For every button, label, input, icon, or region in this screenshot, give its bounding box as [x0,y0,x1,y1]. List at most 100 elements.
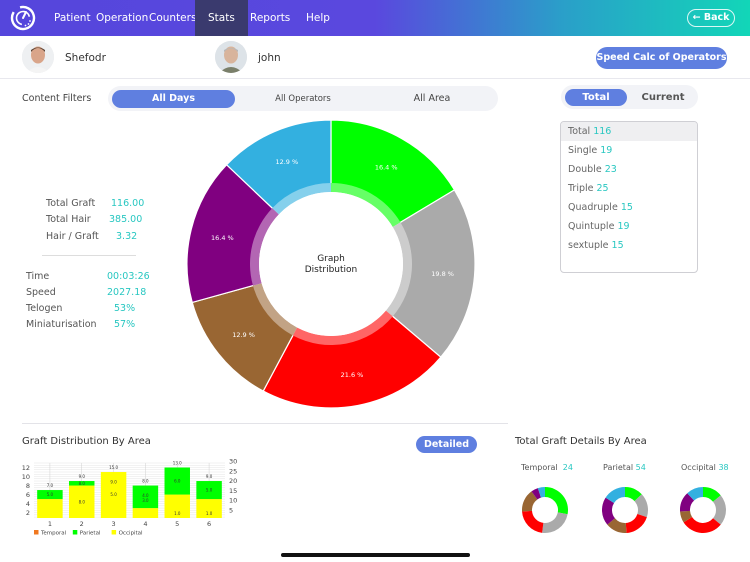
bar-total-label: 7.0 [47,483,54,488]
bar-segment-label: 1.0 [174,511,181,516]
nav-item-help[interactable]: Help [306,0,330,36]
operator-name: Shefodr [65,52,106,64]
total-graft-value: 116.00 [111,198,145,209]
occipital-donut-chart[interactable] [679,486,727,534]
bar-segment-label: 8.0 [79,499,86,504]
y-right-tick-label: 25 [229,467,237,475]
filter-all-days[interactable]: All Days [112,90,235,108]
y-right-tick-label: 30 [229,458,237,466]
toggle-total[interactable]: Total [565,89,627,106]
list-item[interactable]: Quintuple 19 [561,217,697,236]
bar-segment-label: 9.0 [110,479,117,484]
list-item[interactable]: Total 116 [561,122,697,141]
graft-type-list: Total 116 Single 19 Double 23 Triple 25 … [560,121,698,273]
speed-value: 2027.18 [107,287,147,298]
nav-item-counters[interactable]: Counters [149,0,196,36]
donut-slice[interactable] [545,487,568,515]
list-item-value: 15 [620,202,633,213]
list-item-label: Single [568,145,598,156]
time-value: 00:03:26 [107,271,150,282]
detailed-button[interactable]: Detailed [416,436,477,453]
total-hair-value: 385.00 [109,214,143,225]
telogen-value: 53% [114,303,136,314]
miniaturisation-label: Miniaturisation [26,319,97,330]
user-bar: Shefodr john Speed Calc of Operators [0,36,750,79]
list-item[interactable]: Double 23 [561,160,697,179]
parietal-donut-chart[interactable] [601,486,649,534]
donut-slice-label: 21.6 % [341,371,364,379]
bar-total-label: 9.0 [79,474,86,479]
temporal-donut-chart[interactable] [521,486,569,534]
area-title-parietal: Parietal 54 [603,463,646,472]
y-right-tick-label: 15 [229,487,237,495]
area-value: 24 [562,463,573,472]
total-current-toggle: Total Current [561,85,698,109]
x-tick-label: 3 [112,520,116,528]
area-title-occipital: Occipital 38 [681,463,729,472]
area-title-temporal: Temporal 24 [521,463,573,472]
list-item-label: Quadruple [568,202,618,213]
bar-occipital[interactable] [37,499,63,518]
hair-per-graft-label: Hair / Graft [46,231,99,242]
donut-slice[interactable] [542,512,568,533]
list-item[interactable]: sextuple 15 [561,236,697,255]
nav-item-stats[interactable]: Stats [195,0,248,36]
donut-slice-label: 16.4 % [375,164,398,172]
stopwatch-icon[interactable] [10,5,36,31]
list-item[interactable]: Single 19 [561,141,697,160]
toggle-current[interactable]: Current [631,89,695,106]
y-left-tick-label: 10 [22,473,30,481]
hair-per-graft-value: 3.32 [116,231,138,242]
list-item-value: 19 [600,145,613,156]
avatar [22,41,54,73]
filter-all-area[interactable]: All Area [368,90,496,108]
list-item-label: Total [568,126,591,137]
donut-center-label: Graph [317,254,345,264]
y-left-tick-label: 8 [26,482,30,490]
avatar [215,41,247,73]
bar-occipital[interactable] [132,508,159,518]
nav-item-reports[interactable]: Reports [250,0,290,36]
list-item-value: 116 [593,126,612,137]
donut-slice[interactable] [625,514,647,533]
list-item[interactable]: Quadruple 15 [561,198,697,217]
y-left-tick-label: 12 [22,464,30,472]
y-left-tick-label: 4 [26,500,30,508]
graft-distribution-bar-chart[interactable]: 7.05.09.08.08.015.09.05.08.04.03.013.06.… [18,458,248,543]
y-right-tick-label: 20 [229,477,237,485]
back-button[interactable]: ← Back [687,9,735,27]
total-graft-label: Total Graft [46,198,96,209]
telogen-label: Telogen [26,303,63,314]
filter-all-operators[interactable]: All Operators [238,90,368,108]
graph-distribution-donut-chart[interactable]: Graph Distribution 16.4 % 19.8 % 21.6 % 12.… [185,118,477,410]
area-value: 54 [635,463,646,472]
operator-name: john [258,52,281,64]
donut-center-label: Distribution [305,265,358,275]
nav-item-operation[interactable]: Operation [96,0,148,36]
list-item-value: 15 [611,240,624,251]
area-label: Temporal [521,463,558,472]
list-item-label: Double [568,164,602,175]
donut-slice-label: 12.9 % [232,331,255,339]
donut-slice[interactable] [522,510,544,533]
nav-item-patient[interactable]: Patient [54,0,91,36]
time-label: Time [26,271,50,282]
list-item[interactable]: Triple 25 [561,179,697,198]
area-label: Occipital [681,463,716,472]
person-photo-icon [215,41,247,73]
mini-donuts-title: Total Graft Details By Area [515,436,647,447]
speed-calc-button[interactable]: Speed Calc of Operators [596,47,727,69]
x-tick-label: 5 [175,520,179,528]
x-tick-label: 4 [143,520,147,528]
legend-label: Occipital [119,531,143,537]
bar-total-label: 8.0 [142,479,149,484]
legend-swatch [72,530,78,535]
person-photo-icon [22,41,54,73]
section-divider [22,423,508,424]
list-item-value: 23 [604,164,617,175]
x-tick-label: 1 [48,520,52,528]
bar-total-label: 15.0 [109,465,118,470]
area-value: 38 [718,463,729,472]
bar-segment-label: 5.0 [47,492,54,497]
y-right-tick-label: 5 [229,507,233,515]
